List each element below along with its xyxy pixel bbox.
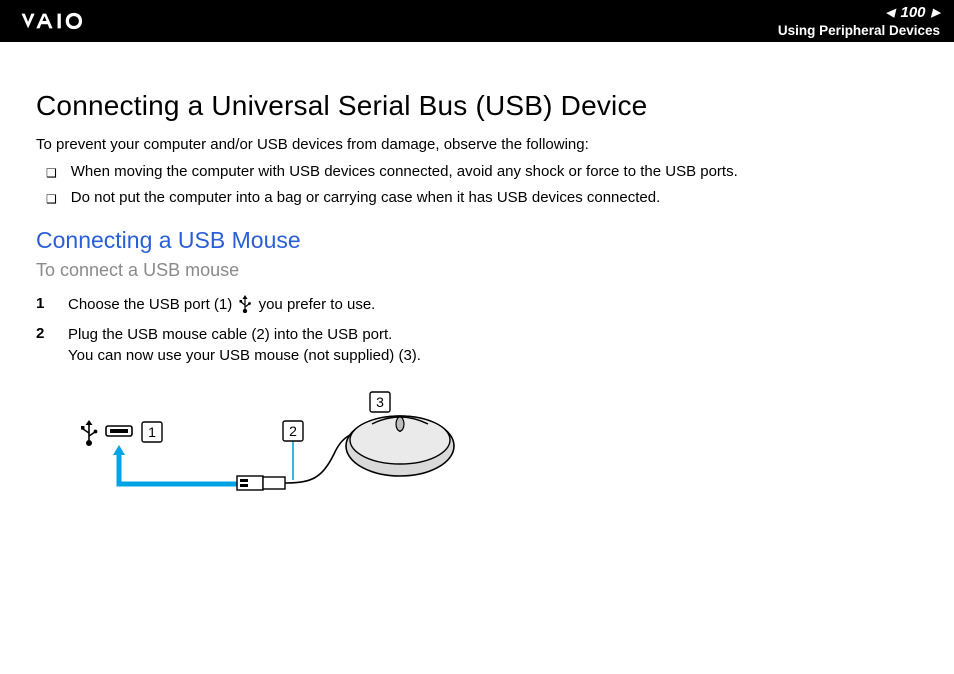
nav-next-icon[interactable]: ▶ (932, 6, 940, 19)
callout-2: 2 (283, 421, 303, 480)
section-name: Using Peripheral Devices (778, 23, 940, 38)
callout-1: 1 (142, 422, 162, 442)
intro-text: To prevent your computer and/or USB devi… (36, 136, 918, 153)
callout-3: 3 (370, 392, 390, 412)
step-item: 1 Choose the USB port (1) you prefer to … (36, 295, 918, 319)
usb-plug-icon (237, 476, 285, 490)
page-title: Connecting a Universal Serial Bus (USB) … (36, 90, 918, 122)
vaio-logo (14, 12, 124, 30)
step-text: Choose the USB port (1) you prefer to us… (68, 295, 375, 319)
bullet-text: Do not put the computer into a bag or ca… (71, 189, 661, 206)
bullet-item: ❑ When moving the computer with USB devi… (46, 163, 918, 183)
warning-bullets: ❑ When moving the computer with USB devi… (36, 163, 918, 209)
mouse-icon (346, 416, 454, 476)
steps-list: 1 Choose the USB port (1) you prefer to … (36, 295, 918, 366)
bullet-item: ❑ Do not put the computer into a bag or … (46, 189, 918, 209)
usb-trident-icon (238, 295, 252, 319)
insert-arrow-icon (113, 445, 237, 484)
step-item: 2 Plug the USB mouse cable (2) into the … (36, 325, 918, 366)
bullet-text: When moving the computer with USB device… (71, 163, 738, 180)
subsection-title: Connecting a USB Mouse (36, 227, 918, 254)
step-number: 1 (36, 295, 50, 319)
step-number: 2 (36, 325, 50, 366)
svg-text:1: 1 (148, 424, 156, 440)
bullet-marker-icon: ❑ (46, 163, 57, 183)
usb-port-icon (106, 426, 132, 436)
subsection-subhead: To connect a USB mouse (36, 260, 918, 281)
bullet-marker-icon: ❑ (46, 189, 57, 209)
svg-text:2: 2 (289, 423, 297, 439)
step-text: Plug the USB mouse cable (2) into the US… (68, 325, 421, 366)
page-content: Connecting a Universal Serial Bus (USB) … (0, 42, 954, 532)
usb-mouse-diagram: 1 2 (72, 392, 532, 512)
header-bar: ◀ 100 ▶ Using Peripheral Devices (0, 0, 954, 42)
header-right: ◀ 100 ▶ Using Peripheral Devices (778, 4, 940, 38)
nav-prev-icon[interactable]: ◀ (886, 6, 894, 19)
svg-text:3: 3 (376, 394, 384, 410)
usb-trident-icon (81, 420, 97, 445)
page-nav: ◀ 100 ▶ (778, 4, 940, 21)
page-number: 100 (901, 4, 926, 21)
